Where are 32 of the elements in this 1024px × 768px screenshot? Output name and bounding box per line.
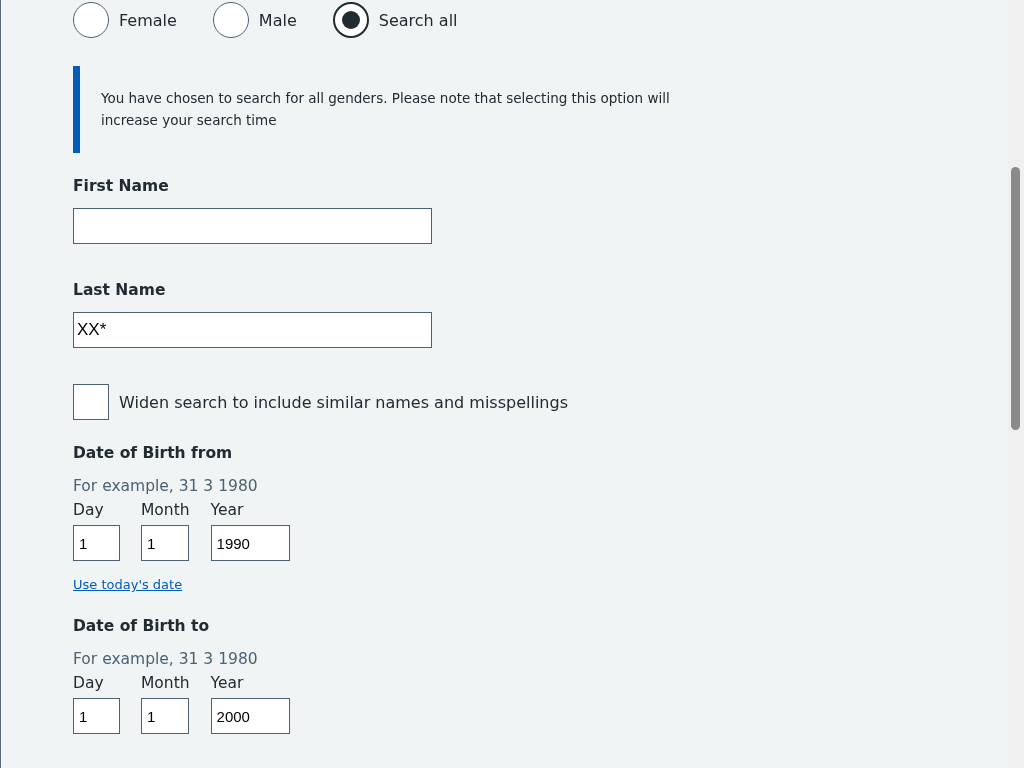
input-field[interactable]: 1	[141, 525, 189, 561]
field-label: Date of Birth to	[73, 617, 211, 637]
use-todays-date-link[interactable]: Use today's date	[73, 577, 183, 592]
scrollbar-thumb[interactable]	[1011, 167, 1020, 430]
checkbox[interactable]	[73, 384, 109, 420]
checkbox-label: Widen search to include similar names and misspellings	[119, 392, 568, 412]
radio-button[interactable]	[212, 2, 249, 38]
date-part-label: Day	[73, 501, 105, 519]
date-part-label: Month	[141, 501, 190, 519]
input-field[interactable]: 1	[73, 698, 120, 734]
input-field[interactable]: 1990	[210, 525, 290, 561]
date-part-label: Day	[73, 674, 105, 692]
input-field[interactable]: 1	[73, 525, 120, 561]
radio-label: Search all	[378, 10, 458, 30]
input-field[interactable]: XX*	[73, 312, 432, 348]
date-part-label: Year	[210, 674, 245, 692]
date-part-label: Year	[210, 501, 245, 519]
input-field[interactable]: 2000	[210, 698, 290, 734]
radio-button[interactable]	[332, 2, 369, 38]
radio-label: Female	[119, 10, 177, 30]
field-label: First Name	[73, 177, 170, 197]
radio-button[interactable]	[73, 2, 109, 38]
date-part-label: Month	[141, 674, 190, 692]
input-field[interactable]	[73, 208, 432, 244]
field-label: Date of Birth from	[73, 444, 234, 464]
field-label: Last Name	[73, 281, 167, 301]
scrollbar[interactable]	[1008, 0, 1024, 768]
radio-label: Male	[258, 10, 297, 30]
hint-text: For example, 31 3 1980	[73, 477, 259, 495]
inset-text: You have chosen to search for all genders. Please note that selecting this option will increase your search time	[73, 66, 722, 153]
input-field[interactable]: 1	[141, 698, 189, 734]
hint-text: For example, 31 3 1980	[73, 650, 259, 668]
